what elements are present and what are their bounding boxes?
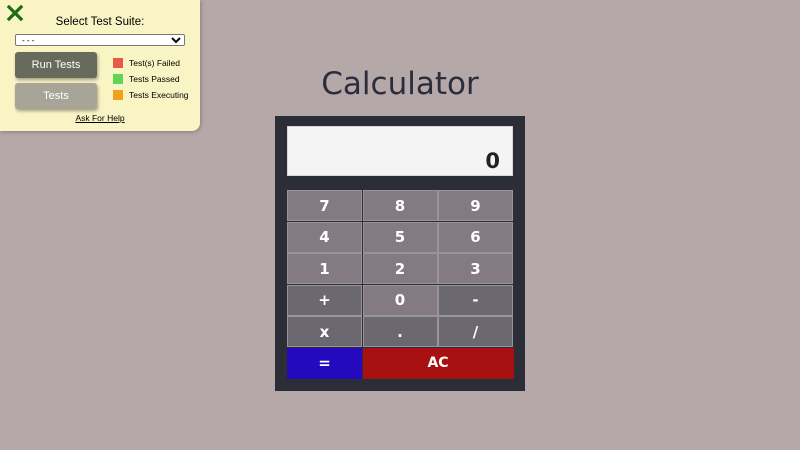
key-7[interactable]: 7 xyxy=(287,190,362,221)
key-0[interactable]: 0 xyxy=(362,284,438,316)
key-minus[interactable]: - xyxy=(438,284,513,316)
key-decimal[interactable]: . xyxy=(362,316,438,347)
calculator-title: Calculator xyxy=(321,66,479,102)
display-value: 0 xyxy=(485,149,500,173)
key-1[interactable]: 1 xyxy=(287,253,362,284)
key-multiply[interactable]: x xyxy=(287,316,362,347)
key-3[interactable]: 3 xyxy=(438,253,513,284)
key-plus[interactable]: + xyxy=(287,284,362,316)
key-divide[interactable]: / xyxy=(438,316,513,347)
key-5[interactable]: 5 xyxy=(362,221,438,253)
test-suite-select[interactable]: - - - xyxy=(15,34,185,46)
key-9[interactable]: 9 xyxy=(438,190,513,221)
calculator: 0 7 8 9 4 5 6 1 2 3 +0- x. / = AC xyxy=(275,116,525,391)
key-6[interactable]: 6 xyxy=(438,221,513,253)
ask-for-help-link[interactable]: Ask For Help xyxy=(0,113,200,123)
keypad: 7 8 9 4 5 6 1 2 3 +0- x. / = AC xyxy=(287,190,514,380)
key-4[interactable]: 4 xyxy=(287,221,362,253)
calculator-display: 0 xyxy=(287,126,513,176)
suite-label: Select Test Suite: xyxy=(55,16,145,28)
key-clear[interactable]: AC xyxy=(362,347,514,379)
key-8[interactable]: 8 xyxy=(362,190,438,221)
key-equals[interactable]: = xyxy=(287,347,362,379)
key-2[interactable]: 2 xyxy=(362,253,438,284)
